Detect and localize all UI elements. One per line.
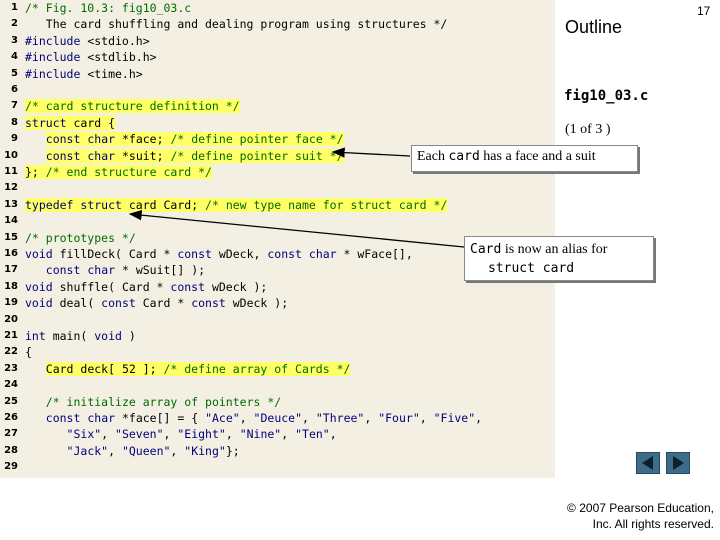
previous-slide-icon [642, 456, 653, 470]
copyright-line-1: © 2007 Pearson Education, [567, 501, 714, 515]
previous-slide-button[interactable] [636, 452, 660, 474]
next-slide-button[interactable] [666, 452, 690, 474]
callout2-arrow [128, 209, 465, 248]
callout1-arrow [331, 147, 411, 158]
callout1-post: has a face and a suit [479, 149, 596, 164]
callout2-mono2: struct card [488, 261, 575, 276]
callout-card-alias: Card is now an alias for struct card [464, 236, 654, 281]
callout1-pre: Each [417, 149, 449, 164]
callout2-post: is now an alias for [501, 242, 608, 257]
callout1-mono: card [448, 149, 480, 164]
callout-each-card: Each card has a face and a suit [411, 145, 638, 172]
copyright-notice: © 2007 Pearson Education, Inc. All right… [567, 500, 714, 532]
next-slide-icon [673, 456, 684, 470]
callout2-mono1: Card [470, 242, 502, 257]
copyright-line-2: Inc. All rights reserved. [592, 517, 714, 531]
